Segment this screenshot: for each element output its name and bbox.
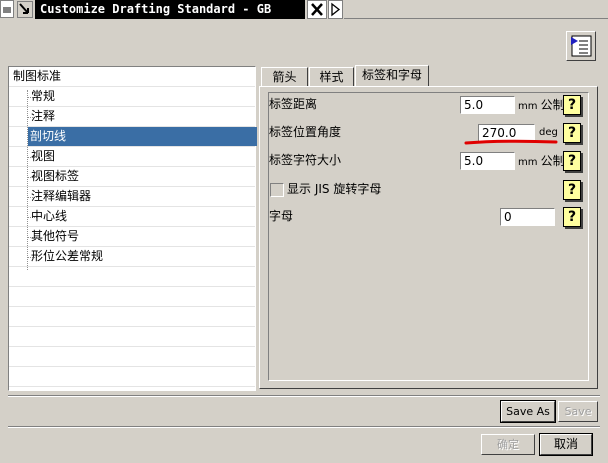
help-icon[interactable]: ?: [563, 95, 581, 115]
label-distance-input[interactable]: 5.0: [460, 96, 515, 114]
tree-item-label: 形位公差常规: [31, 249, 104, 263]
label-angle-label: 标签位置角度: [269, 125, 342, 139]
tree-item-label: 常规: [31, 89, 56, 103]
tree-item-annotation[interactable]: 注释: [9, 107, 255, 127]
title-rule: [344, 18, 608, 19]
tab-labels-and-letters[interactable]: 标签和字母: [355, 65, 429, 87]
help-icon[interactable]: ?: [563, 180, 581, 200]
help-icon[interactable]: ?: [563, 151, 581, 171]
tree-item-label: 中心线: [31, 209, 68, 223]
unit-mm: mm: [518, 157, 538, 168]
label-size-input[interactable]: 5.0: [460, 152, 515, 170]
close-icon[interactable]: [307, 0, 327, 19]
window-menu-icon[interactable]: [0, 0, 14, 18]
unit-metric: 公制: [540, 98, 565, 112]
tree-item-annotation-editor[interactable]: 注释编辑器: [9, 187, 255, 207]
tree-empty-row: [9, 347, 255, 367]
tree-item-section-line[interactable]: 剖切线: [9, 127, 257, 147]
help-icon[interactable]: ?: [563, 123, 581, 143]
label-size-unit: mm 公制: [518, 152, 565, 172]
label-distance-unit: mm 公制: [518, 96, 565, 116]
tree-item-label: 注释: [31, 109, 56, 123]
tree-item-root[interactable]: 制图标准: [9, 67, 255, 87]
label-distance-label: 标签距离: [269, 97, 318, 111]
tab-style[interactable]: 样式: [309, 67, 354, 87]
tree-empty-row: [9, 327, 255, 347]
letter-input[interactable]: 0: [500, 208, 555, 226]
drafting-standard-tree[interactable]: 制图标准 常规 注释 剖切线 视图 视图标签 注释编辑器 中心线 其他符号 形位…: [8, 66, 257, 391]
pin-icon[interactable]: [17, 1, 33, 18]
red-underline-annotation: [464, 139, 558, 145]
tree-item-view-label[interactable]: 视图标签: [9, 167, 255, 187]
tree-empty-row: [9, 287, 255, 307]
tree-item-label: 其他符号: [31, 229, 80, 243]
tree-item-gdt-general[interactable]: 形位公差常规: [9, 247, 255, 267]
title-bar: Customize Drafting Standard - GB: [0, 0, 608, 19]
list-view-icon[interactable]: [566, 31, 596, 61]
save-as-button[interactable]: Save As: [500, 400, 556, 423]
tab-arrows[interactable]: 箭头: [261, 67, 308, 87]
next-arrow-icon[interactable]: [328, 0, 343, 19]
unit-metric: 公制: [540, 154, 565, 168]
tree-item-centerline[interactable]: 中心线: [9, 207, 255, 227]
label-size-label: 标签字符大小: [269, 153, 342, 167]
tree-item-other-symbols[interactable]: 其他符号: [9, 227, 255, 247]
tree-item-label: 剖切线: [28, 127, 257, 146]
save-button[interactable]: Save: [558, 401, 598, 422]
unit-mm: mm: [518, 101, 538, 112]
tree-item-label: 视图标签: [31, 169, 80, 183]
ok-button[interactable]: 确定: [481, 434, 535, 455]
tree-item-view[interactable]: 视图: [9, 147, 255, 167]
tree-item-label: 视图: [31, 149, 56, 163]
tree-empty-row: [9, 307, 255, 327]
tree-item-label: 制图标准: [13, 69, 62, 83]
tree-empty-row: [9, 367, 255, 387]
separator: [8, 426, 600, 428]
help-icon[interactable]: ?: [563, 207, 581, 227]
window-title: Customize Drafting Standard - GB: [35, 0, 305, 19]
tree-item-general[interactable]: 常规: [9, 87, 255, 107]
cancel-button[interactable]: 取消: [539, 433, 593, 456]
tree-item-label: 注释编辑器: [31, 189, 92, 203]
separator: [8, 395, 600, 397]
jis-rotate-label: 显示 JIS 旋转字母: [287, 182, 382, 196]
jis-rotate-checkbox[interactable]: [270, 183, 284, 197]
tree-empty-row: [9, 267, 255, 287]
letter-label: 字母: [269, 209, 294, 223]
